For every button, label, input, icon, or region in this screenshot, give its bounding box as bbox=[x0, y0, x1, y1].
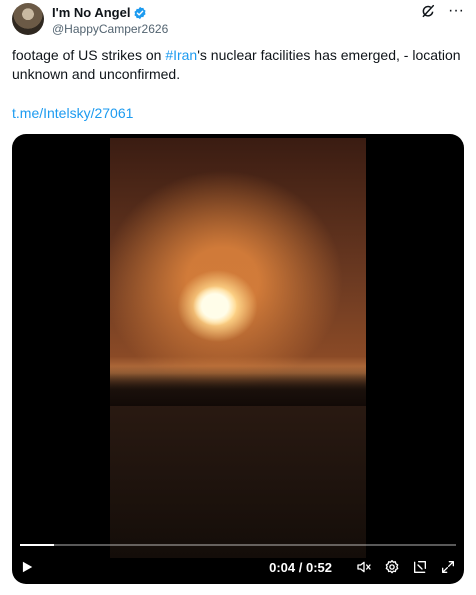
video-player[interactable]: 0:04 / 0:52 bbox=[12, 134, 464, 584]
header-actions: ··· bbox=[420, 3, 464, 19]
grok-icon[interactable] bbox=[420, 3, 436, 19]
author-display-name-text: I'm No Angel bbox=[52, 5, 131, 20]
author-names: I'm No Angel @HappyCamper2626 bbox=[52, 4, 168, 37]
external-link[interactable]: t.me/Intelsky/27061 bbox=[12, 104, 133, 122]
video-treeline bbox=[110, 366, 366, 406]
mute-icon[interactable] bbox=[356, 559, 372, 575]
author-display-name[interactable]: I'm No Angel bbox=[52, 5, 147, 21]
author-handle[interactable]: @HappyCamper2626 bbox=[52, 22, 168, 37]
picture-in-picture-icon[interactable] bbox=[412, 559, 428, 575]
fullscreen-icon[interactable] bbox=[440, 559, 456, 575]
avatar[interactable] bbox=[12, 3, 44, 35]
video-controls: 0:04 / 0:52 bbox=[20, 556, 456, 578]
tweet-header: I'm No Angel @HappyCamper2626 ··· bbox=[12, 3, 464, 39]
tweet-text: footage of US strikes on #Iran's nuclear… bbox=[12, 46, 464, 84]
video-progress-bar[interactable] bbox=[20, 544, 456, 546]
verified-badge-icon bbox=[134, 6, 146, 20]
video-frame[interactable] bbox=[110, 138, 366, 558]
settings-icon[interactable] bbox=[384, 559, 400, 575]
video-progress-fill bbox=[20, 544, 54, 546]
video-time: 0:04 / 0:52 bbox=[269, 559, 332, 575]
tweet-text-before: footage of US strikes on bbox=[12, 47, 166, 63]
more-icon[interactable]: ··· bbox=[448, 3, 464, 19]
play-icon[interactable] bbox=[20, 560, 34, 574]
hashtag-link[interactable]: #Iran bbox=[165, 47, 197, 63]
